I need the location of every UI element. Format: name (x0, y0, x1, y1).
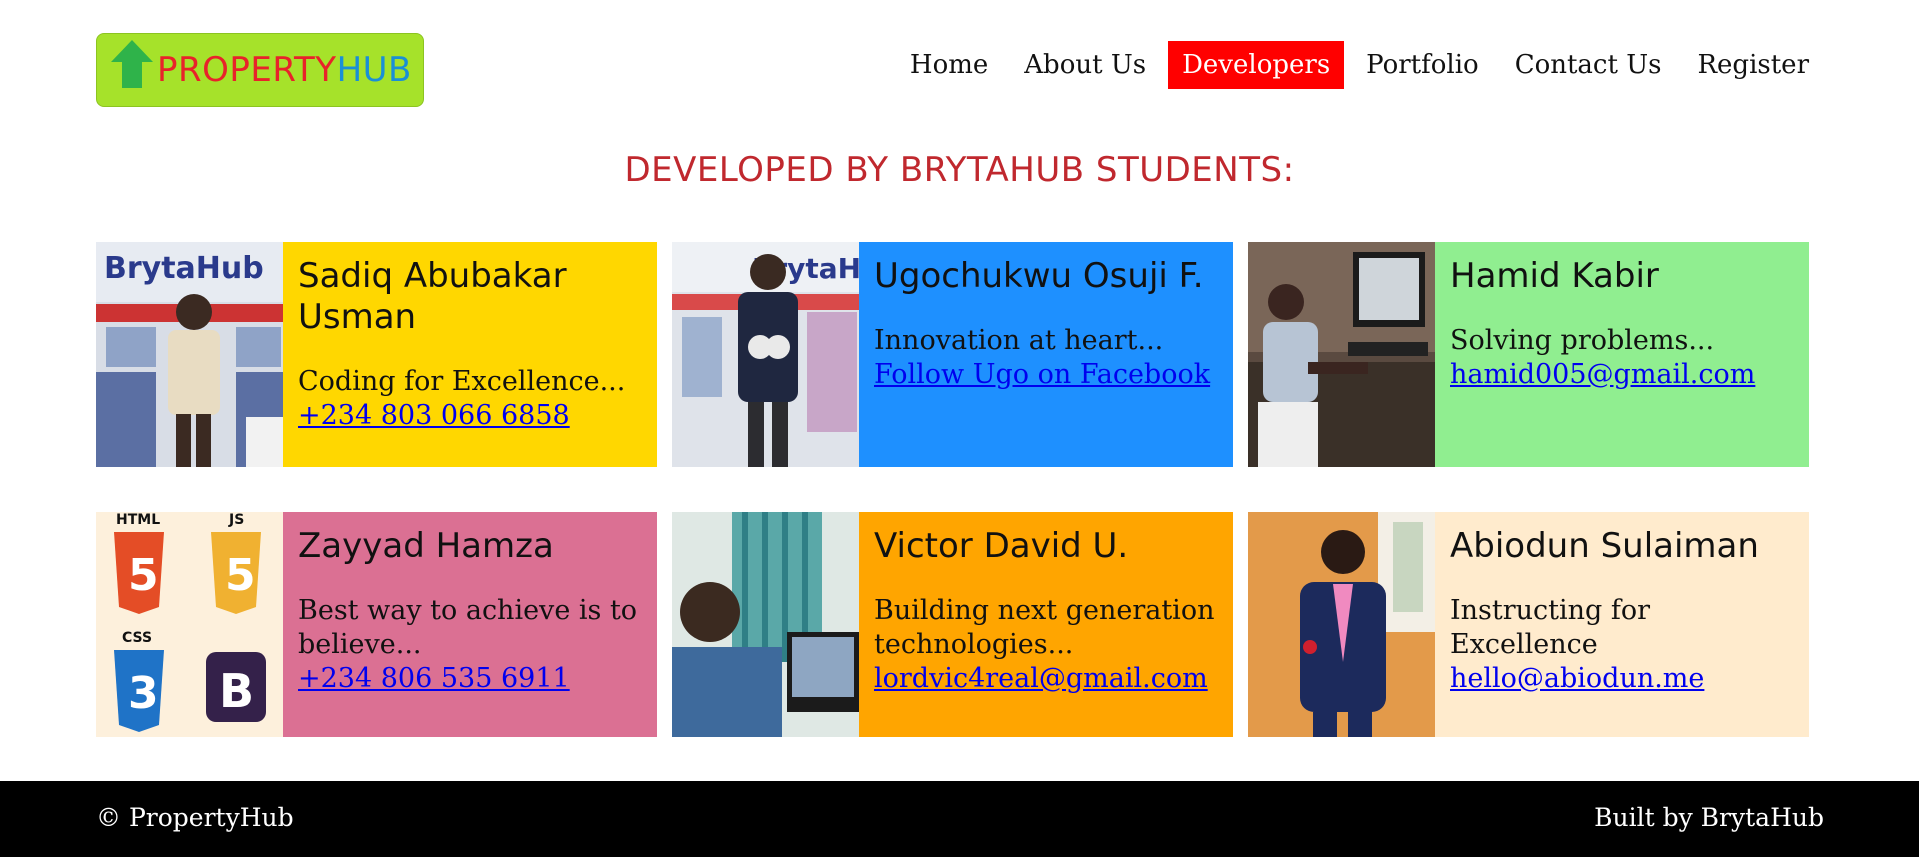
footer-credit: Built by BrytaHub (1594, 803, 1824, 832)
developer-card: Victor David U. Building next generation… (672, 512, 1233, 737)
developer-name: Ugochukwu Osuji F. (874, 256, 1204, 296)
developer-info: Sadiq Abubakar Usman Coding for Excellen… (283, 242, 657, 467)
developer-tagline: Coding for Excellence... (298, 366, 626, 397)
developer-name: Abiodun Sulaiman (1450, 526, 1759, 566)
nav-developers[interactable]: Developers (1168, 41, 1345, 89)
nav-contact-us[interactable]: Contact Us (1501, 41, 1676, 89)
developer-email-link[interactable]: hamid005@gmail.com (1450, 358, 1755, 392)
developer-name: Victor David U. (874, 526, 1129, 566)
developer-name: Sadiq Abubakar Usman (298, 256, 567, 337)
svg-text:5: 5 (225, 550, 256, 601)
developer-email-link[interactable]: lordvic4real@gmail.com (874, 662, 1208, 696)
tech-logos-image: HTML 5 JS 5 CSS 3 B (96, 512, 283, 737)
logo-text-hub: HUB (336, 50, 412, 90)
nav-portfolio[interactable]: Portfolio (1352, 41, 1493, 89)
developer-photo-sadiq: BrytaHub (96, 242, 283, 467)
css-logo-label: CSS (122, 630, 152, 646)
developer-photo-ugochukwu: BrytaHub (672, 242, 859, 467)
developer-photo-abiodun (1248, 512, 1435, 737)
developer-card: Hamid Kabir Solving problems... hamid005… (1248, 242, 1809, 467)
developer-tagline: Instructing for Excellence (1450, 595, 1651, 660)
logo-text: PROPERTYHUB (157, 50, 412, 90)
nav-about-us[interactable]: About Us (1010, 41, 1160, 89)
developer-tagline: Building next generation technologies... (874, 595, 1215, 660)
developer-info: Ugochukwu Osuji F. Innovation at heart..… (859, 242, 1233, 467)
developer-tagline: Best way to achieve is to believe... (298, 595, 638, 660)
developer-phone-link[interactable]: +234 806 535 6911 (298, 662, 570, 696)
developer-info: Zayyad Hamza Best way to achieve is to b… (283, 512, 657, 737)
developer-card: HTML 5 JS 5 CSS 3 B Zayyad Hamza Best wa… (96, 512, 657, 737)
main-nav: Home About Us Developers Portfolio Conta… (888, 41, 1823, 89)
developer-name: Hamid Kabir (1450, 256, 1659, 296)
developer-photo-hamid (1248, 242, 1435, 467)
developer-tagline: Innovation at heart... (874, 325, 1164, 356)
bootstrap-logo-label: B (219, 664, 254, 718)
developer-card: BrytaHub Ugochukwu Osuji F. Innovation a… (672, 242, 1233, 467)
svg-text:3: 3 (128, 668, 159, 719)
developer-info: Hamid Kabir Solving problems... hamid005… (1435, 242, 1809, 467)
html-logo-label: HTML (116, 512, 160, 528)
developer-email-link[interactable]: hello@abiodun.me (1450, 662, 1704, 696)
nav-home[interactable]: Home (896, 41, 1002, 89)
site-logo[interactable]: PROPERTYHUB (96, 33, 424, 107)
site-footer: © PropertyHub Built by BrytaHub (0, 781, 1919, 857)
nav-register[interactable]: Register (1683, 41, 1823, 89)
developer-card: BrytaHub Sadiq Abubakar Usman Coding for… (96, 242, 657, 467)
page-title: DEVELOPED BY BRYTAHUB STUDENTS: (624, 150, 1295, 190)
developer-info: Victor David U. Building next generation… (859, 512, 1233, 737)
up-arrow-icon (111, 40, 153, 88)
svg-text:5: 5 (128, 550, 159, 601)
developer-photo-victor (672, 512, 859, 737)
developer-grid: BrytaHub Sadiq Abubakar Usman Coding for… (96, 242, 1809, 737)
logo-text-property: PROPERTY (157, 50, 337, 90)
developer-facebook-link[interactable]: Follow Ugo on Facebook (874, 358, 1210, 392)
developer-info: Abiodun Sulaiman Instructing for Excelle… (1435, 512, 1809, 737)
brytahub-sign-text: BrytaHub (104, 251, 264, 286)
developer-phone-link[interactable]: +234 803 066 6858 (298, 399, 570, 433)
site-header: PROPERTYHUB Home About Us Developers Por… (0, 0, 1919, 140)
js-logo-label: JS (228, 512, 244, 528)
developer-name: Zayyad Hamza (298, 526, 554, 566)
footer-copyright: © PropertyHub (96, 803, 294, 832)
developer-tagline: Solving problems... (1450, 325, 1715, 356)
developer-card: Abiodun Sulaiman Instructing for Excelle… (1248, 512, 1809, 737)
